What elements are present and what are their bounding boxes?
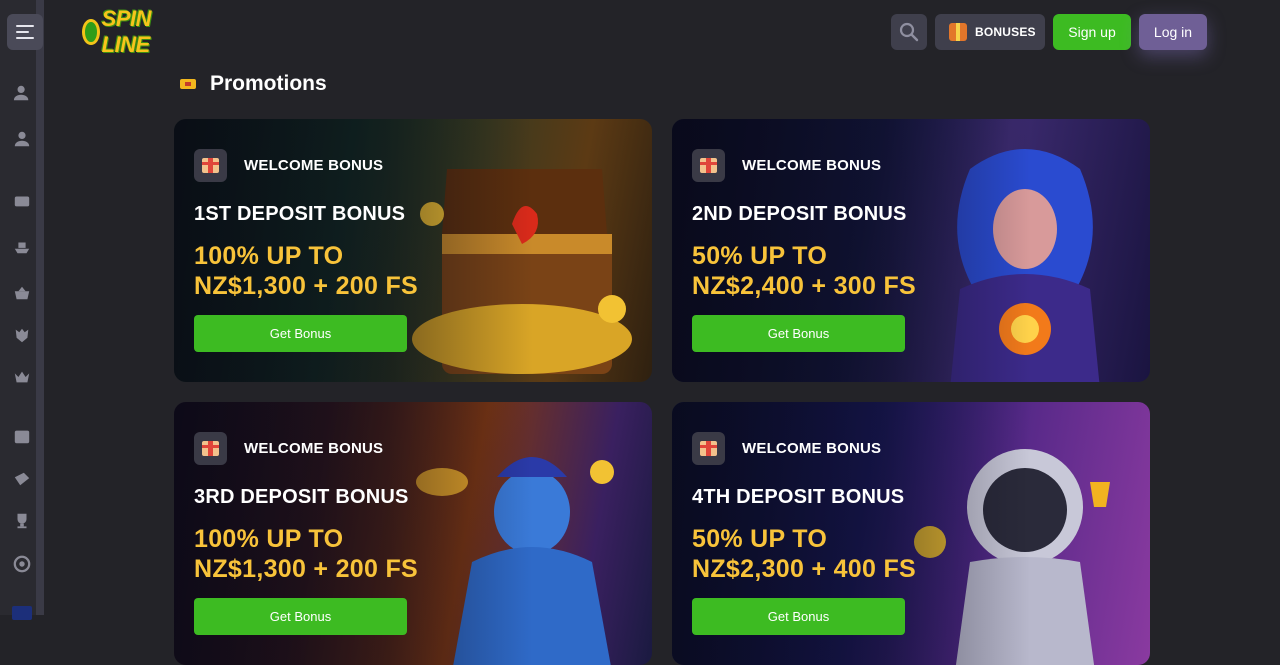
user-add-icon[interactable]: [11, 82, 33, 104]
page-heading: Promotions: [180, 72, 327, 96]
crown-shield-icon[interactable]: [11, 324, 33, 346]
basket-icon[interactable]: [11, 282, 33, 304]
gift-icon: [194, 149, 227, 182]
promo-offer-line1: 100% UP TO: [194, 242, 344, 270]
trophy-icon[interactable]: [11, 510, 33, 532]
promo-badge: WELCOME BONUS: [742, 157, 882, 174]
promo-card: WELCOME BONUS 3RD DEPOSIT BONUS 100% UP …: [174, 402, 652, 665]
promo-offer-line1: 50% UP TO: [692, 525, 828, 553]
logo-text: SPIN LINE: [101, 6, 152, 57]
login-button[interactable]: Log in: [1139, 14, 1207, 50]
get-bonus-button[interactable]: Get Bonus: [692, 598, 905, 635]
promo-offer-line2: NZ$1,300 + 200 FS: [194, 555, 418, 583]
gift-icon: [692, 149, 725, 182]
page-title: Promotions: [210, 72, 327, 95]
promo-offer-line2: NZ$1,300 + 200 FS: [194, 272, 418, 300]
promo-card: WELCOME BONUS 2ND DEPOSIT BONUS 50% UP T…: [672, 119, 1150, 382]
promo-offer: 50% UP TO NZ$2,300 + 400 FS: [692, 524, 916, 584]
promo-title: 2ND DEPOSIT BONUS: [692, 203, 907, 225]
gift-icon: [692, 432, 725, 465]
hamburger-line: [16, 31, 29, 33]
promo-badge: WELCOME BONUS: [244, 440, 384, 457]
spinline-logo[interactable]: SPIN LINE: [82, 6, 202, 57]
promo-offer-line1: 100% UP TO: [194, 525, 344, 553]
promo-card: WELCOME BONUS 1ST DEPOSIT BONUS 100% UP …: [174, 119, 652, 382]
ship-icon[interactable]: [11, 236, 33, 258]
promo-offer-line2: NZ$2,400 + 300 FS: [692, 272, 916, 300]
gift-icon: [194, 432, 227, 465]
promo-title: 3RD DEPOSIT BONUS: [194, 486, 409, 508]
promo-offer-line2: NZ$2,300 + 400 FS: [692, 555, 916, 583]
user-icon[interactable]: [11, 128, 33, 150]
bonuses-button[interactable]: BONUSES: [935, 14, 1045, 50]
treasure-chest-icon: [949, 23, 967, 41]
slot-777-icon[interactable]: [11, 190, 33, 212]
promo-offer: 50% UP TO NZ$2,400 + 300 FS: [692, 241, 916, 301]
signup-button[interactable]: Sign up: [1053, 14, 1131, 50]
promo-badge: WELCOME BONUS: [742, 440, 882, 457]
promo-badge: WELCOME BONUS: [244, 157, 384, 174]
top-bar: SPIN LINE BONUSES Sign up Log in: [52, 0, 1280, 64]
logo-coin-icon: [82, 19, 100, 45]
promo-offer: 100% UP TO NZ$1,300 + 200 FS: [194, 524, 418, 584]
hamburger-line: [16, 37, 34, 39]
promo-card: WELCOME BONUS 4TH DEPOSIT BONUS 50% UP T…: [672, 402, 1150, 665]
ticket-icon[interactable]: [11, 468, 33, 490]
get-bonus-button[interactable]: Get Bonus: [692, 315, 905, 352]
promo-offer-line1: 50% UP TO: [692, 242, 828, 270]
target-icon[interactable]: [11, 553, 33, 575]
get-bonus-button[interactable]: Get Bonus: [194, 598, 407, 635]
bonuses-label: BONUSES: [975, 25, 1036, 39]
crown-icon[interactable]: [11, 366, 33, 388]
new-zealand-flag-icon[interactable]: [12, 606, 32, 620]
hamburger-line: [16, 25, 34, 27]
get-bonus-button[interactable]: Get Bonus: [194, 315, 407, 352]
promo-title: 1ST DEPOSIT BONUS: [194, 203, 406, 225]
calendar-icon[interactable]: [11, 425, 33, 447]
ticket-icon: [180, 79, 196, 89]
search-icon: [899, 22, 919, 42]
promo-offer: 100% UP TO NZ$1,300 + 200 FS: [194, 241, 418, 301]
search-button[interactable]: [891, 14, 927, 50]
promo-title: 4TH DEPOSIT BONUS: [692, 486, 905, 508]
sidebar: [0, 0, 44, 620]
menu-toggle-button[interactable]: [7, 14, 43, 50]
